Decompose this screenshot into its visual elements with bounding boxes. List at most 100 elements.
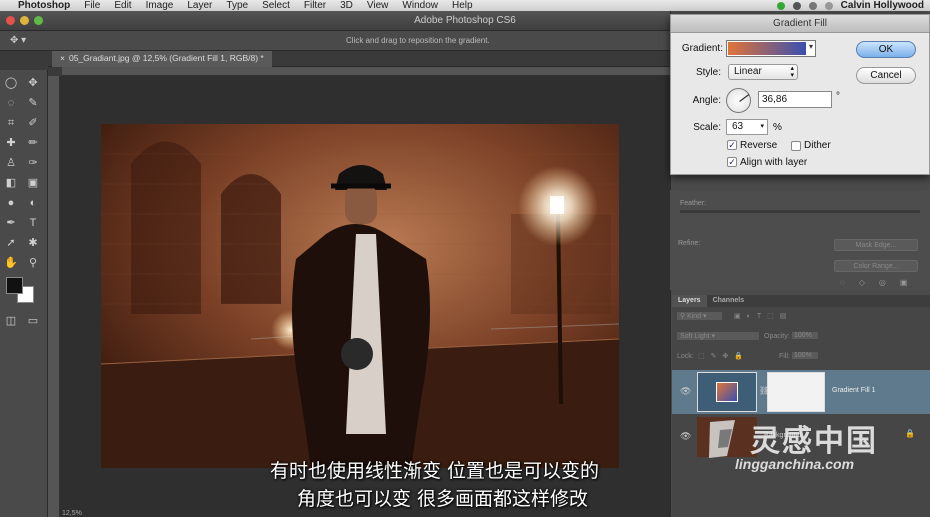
cancel-button[interactable]: Cancel <box>856 67 916 84</box>
document-tab[interactable]: × 05_Gradiant.jpg @ 12,5% (Gradient Fill … <box>52 51 272 67</box>
menu-select[interactable]: Select <box>262 0 290 11</box>
close-tab-icon[interactable]: × <box>60 53 65 63</box>
chevron-down-icon[interactable]: ▾ <box>760 123 764 130</box>
crop-tool-icon[interactable]: ⌗ <box>4 116 18 130</box>
gradient-swatch-icon <box>716 382 738 402</box>
status-clock-icon[interactable] <box>792 1 801 10</box>
brush-tool-icon[interactable]: ✏ <box>26 136 40 150</box>
reverse-checkbox[interactable]: ✓ <box>727 140 737 150</box>
wifi-icon[interactable] <box>808 1 817 10</box>
fill-input[interactable]: 100% <box>792 352 818 359</box>
zoom-tool-icon[interactable]: ⚲ <box>26 256 40 270</box>
scale-input[interactable]: 63 ▾ <box>726 119 768 135</box>
dialog-title: Gradient Fill <box>671 15 929 33</box>
opacity-label: Opacity: <box>764 333 790 340</box>
layer-mask-thumbnail[interactable] <box>767 372 825 412</box>
photo-illustration <box>101 124 619 468</box>
quick-select-icon[interactable]: ✎ <box>26 96 40 110</box>
eraser-icon[interactable]: ◧ <box>4 176 18 190</box>
chevron-down-icon[interactable]: ▾ <box>809 42 813 51</box>
visibility-eye-icon[interactable]: 👁 <box>680 431 691 442</box>
layer-filter-row: ⚲ Kind ▾ ▣◐T⬚▤ <box>672 311 930 323</box>
menu-type[interactable]: Type <box>226 0 248 11</box>
scale-unit: % <box>773 122 782 133</box>
shape-tool-icon[interactable]: ✱ <box>26 236 40 250</box>
layers-tabs: Layers Channels <box>672 295 930 307</box>
kind-filter-select[interactable]: ⚲ Kind ▾ <box>677 312 722 320</box>
healing-brush-icon[interactable]: ✚ <box>4 136 18 150</box>
subtitle-line-1: 有时也使用线性渐变 位置也是可以变的 <box>270 460 600 482</box>
blur-tool-icon[interactable]: ● <box>4 196 18 210</box>
clone-stamp-icon[interactable]: ♙ <box>4 156 18 170</box>
gradient-preview <box>728 42 806 55</box>
tab-layers[interactable]: Layers <box>672 295 707 307</box>
document-photo[interactable] <box>101 124 619 468</box>
menubar: Photoshop File Edit Image Layer Type Sel… <box>0 0 930 11</box>
menu-file[interactable]: File <box>84 0 100 11</box>
screen-mode-icon[interactable]: ▭ <box>26 314 40 328</box>
dither-checkbox[interactable] <box>791 141 801 151</box>
menu-photoshop[interactable]: Photoshop <box>18 0 70 11</box>
horizontal-ruler[interactable] <box>62 67 670 76</box>
lock-row: Lock: ⬚✎✥🔒 Fill: 100% <box>672 351 930 363</box>
app-titlebar: Adobe Photoshop CS6 <box>0 11 670 31</box>
hand-tool-icon[interactable]: ✋ <box>4 256 18 270</box>
menu-edit[interactable]: Edit <box>114 0 131 11</box>
style-select[interactable]: Linear ▴ ▾ <box>728 64 798 80</box>
gradient-picker[interactable]: ▾ <box>726 40 816 57</box>
history-brush-icon[interactable]: ✑ <box>26 156 40 170</box>
ok-button[interactable]: OK <box>856 41 916 58</box>
angle-dial[interactable] <box>726 88 751 113</box>
options-hint: Click and drag to reposition the gradien… <box>346 36 490 45</box>
foreground-color-swatch[interactable] <box>6 277 23 294</box>
feather-slider[interactable] <box>680 210 920 213</box>
gradient-layer-thumbnail <box>697 372 757 412</box>
menu-window[interactable]: Window <box>402 0 438 11</box>
tab-channels[interactable]: Channels <box>707 295 751 307</box>
visibility-eye-icon[interactable]: 👁 <box>680 386 691 397</box>
vertical-ruler[interactable] <box>48 76 60 517</box>
pen-tool-icon[interactable]: ✒ <box>4 216 18 230</box>
eyedropper-icon[interactable]: ✐ <box>26 116 40 130</box>
lock-icons[interactable]: ⬚✎✥🔒 <box>698 352 749 360</box>
align-with-layer-label: Align with layer <box>740 157 808 168</box>
angle-unit: ° <box>836 91 840 102</box>
watermark-logo-icon <box>709 420 735 458</box>
color-range-button[interactable]: Color Range... <box>834 260 918 272</box>
menu-view[interactable]: View <box>367 0 389 11</box>
mask-actions-icons[interactable]: ◌◇◎▣ <box>840 278 921 287</box>
refine-label: Refine: <box>678 240 701 247</box>
user-name[interactable]: Calvin Hollywood <box>841 0 924 11</box>
kind-filter-label: Kind <box>687 313 702 320</box>
dodge-tool-icon[interactable]: ◐ <box>26 196 40 210</box>
menu-help[interactable]: Help <box>452 0 473 11</box>
scale-value: 63 <box>732 121 744 132</box>
align-with-layer-checkbox[interactable]: ✓ <box>727 157 737 167</box>
gradient-fill-dialog: Gradient Fill Gradient: ▾ Style: Linear … <box>670 14 930 175</box>
watermark-url: lingganchina.com <box>735 456 855 472</box>
path-select-icon[interactable]: ➚ <box>4 236 18 250</box>
marquee-tool-icon[interactable]: ◯ <box>4 76 18 90</box>
quick-mask-icon[interactable]: ◫ <box>4 314 18 328</box>
volume-icon[interactable] <box>824 1 833 10</box>
layer-filter-icons[interactable]: ▣◐T⬚▤ <box>734 312 792 320</box>
watermark: 灵感中国 lingganchina.com <box>700 410 930 517</box>
options-bar: ✥ ▾ Click and drag to reposition the gra… <box>0 31 670 51</box>
menu-layer[interactable]: Layer <box>187 0 212 11</box>
menu-3d[interactable]: 3D <box>340 0 353 11</box>
mask-edge-button[interactable]: Mask Edge... <box>834 239 918 251</box>
move-tool-icon[interactable]: ✥ ▾ <box>10 35 26 46</box>
blend-mode-select[interactable]: Soft Light ▾ <box>677 332 759 340</box>
lasso-tool-icon[interactable]: ◌ <box>4 96 18 110</box>
menu-image[interactable]: Image <box>146 0 174 11</box>
opacity-input[interactable]: 100% <box>792 332 818 339</box>
gradient-tool-icon[interactable]: ▣ <box>26 176 40 190</box>
status-app-icon[interactable] <box>776 1 785 10</box>
move-tool-icon[interactable]: ✥ <box>26 76 40 90</box>
angle-input[interactable]: 36,86 <box>758 91 832 108</box>
type-tool-icon[interactable]: T <box>26 216 40 230</box>
layer-row-gradient-fill[interactable]: 👁 ⛓ Gradient Fill 1 <box>672 370 930 414</box>
reverse-label: Reverse <box>740 140 778 151</box>
layer-name-gradient-fill[interactable]: Gradient Fill 1 <box>832 387 876 394</box>
menu-filter[interactable]: Filter <box>304 0 326 11</box>
